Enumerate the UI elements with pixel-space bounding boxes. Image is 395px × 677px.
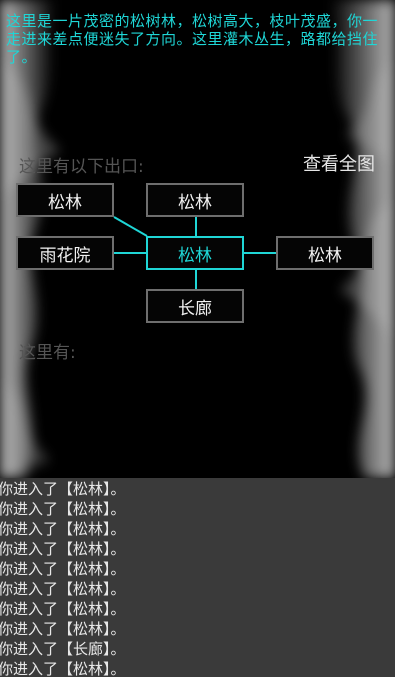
log-line: 你进入了【松林】。 — [0, 500, 126, 518]
log-line: 你进入了【松林】。 — [0, 480, 126, 498]
log-line: 你进入了【长廊】。 — [0, 640, 126, 658]
connector-north-west — [113, 216, 148, 237]
exit-east[interactable]: 松林 — [276, 236, 374, 270]
exit-north-west[interactable]: 松林 — [16, 183, 114, 217]
message-log[interactable]: 你进入了【松林】。 你进入了【松林】。 你进入了【松林】。 你进入了【松林】。 … — [0, 478, 395, 677]
log-line: 你进入了【松林】。 — [0, 620, 126, 638]
log-line: 你进入了【松林】。 — [0, 560, 126, 578]
current-room: 松林 — [146, 236, 244, 270]
game-screen: 这里是一片茂密的松树林，松树高大，枝叶茂盛，你一走进来差点便迷失了方向。这里灌木… — [0, 0, 395, 677]
log-line: 你进入了【松林】。 — [0, 660, 126, 677]
here-label: 这里有: — [19, 343, 76, 363]
log-line: 你进入了【松林】。 — [0, 580, 126, 598]
exit-south[interactable]: 长廊 — [146, 289, 244, 323]
log-line: 你进入了【松林】。 — [0, 600, 126, 618]
exit-north[interactable]: 松林 — [146, 183, 244, 217]
exit-west[interactable]: 雨花院 — [16, 236, 114, 270]
log-line: 你进入了【松林】。 — [0, 520, 126, 538]
log-line: 你进入了【松林】。 — [0, 540, 126, 558]
